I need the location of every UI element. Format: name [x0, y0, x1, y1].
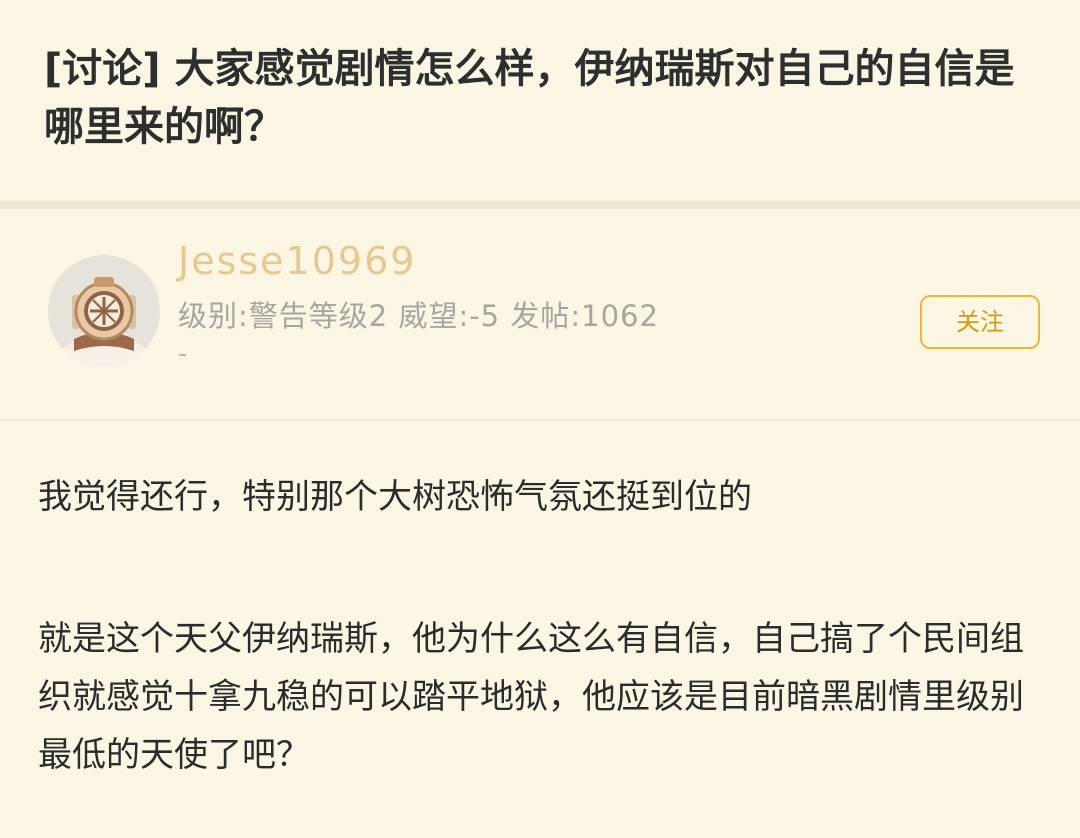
header-divider [0, 201, 1080, 209]
post-paragraph: 我觉得还行，特别那个大树恐怖气氛还挺到位的 [38, 477, 752, 517]
author-bar: Jesse10969 级别:警告等级2 威望:-5 发帖:1062 - 关注 [0, 209, 1080, 419]
post-paragraph: 就是这个天父伊纳瑞斯，他为什么这么有自信，自己搞了个民间组织就感觉十拿九稳的可以… [38, 619, 1024, 775]
username[interactable]: Jesse10969 [178, 239, 416, 283]
post-body: 我觉得还行，特别那个大树恐怖气氛还挺到位的 就是这个天父伊纳瑞斯，他为什么这么有… [38, 468, 1048, 784]
thread-title: [讨论] 大家感觉剧情怎么样，伊纳瑞斯对自己的自信是哪里来的啊？ [44, 46, 1015, 150]
thread-page: [讨论] 大家感觉剧情怎么样，伊纳瑞斯对自己的自信是哪里来的啊？ Jesse10… [0, 0, 1080, 838]
follow-button[interactable]: 关注 [920, 295, 1040, 349]
author-divider [0, 419, 1080, 421]
diving-helmet-icon [48, 255, 160, 367]
avatar[interactable] [48, 255, 160, 367]
user-meta: 级别:警告等级2 威望:-5 发帖:1062 [178, 299, 659, 333]
user-meta-extra: - [178, 339, 188, 369]
